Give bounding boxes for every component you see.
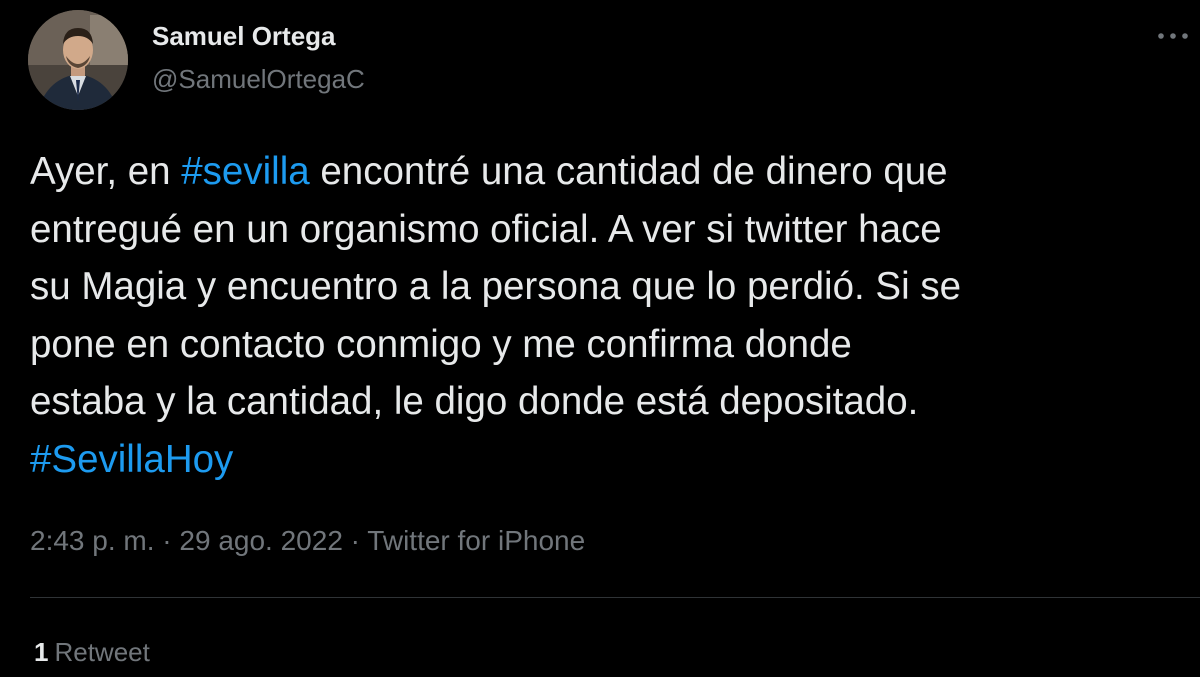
meta-separator: ·: [154, 525, 180, 556]
tweet-source[interactable]: Twitter for iPhone: [367, 525, 585, 556]
divider: [30, 597, 1200, 598]
tweet-text-segment: estaba y la cantidad, le digo donde está…: [30, 380, 919, 423]
tweet-text-line: pone en contacto conmigo y me confirma d…: [30, 316, 1180, 374]
hashtag-link[interactable]: #sevilla: [181, 150, 309, 193]
more-horizontal-icon: [1158, 33, 1188, 39]
tweet-text-segment: entregué en un organismo oficial. A ver …: [30, 207, 942, 251]
tweet-text-line: su Magia y encuentro a la persona que lo…: [30, 258, 1180, 316]
tweet-meta: 2:43 p. m. · 29 ago. 2022 · Twitter for …: [30, 525, 585, 557]
tweet-text-line: estaba y la cantidad, le digo donde está…: [30, 373, 1180, 431]
tweet-date[interactable]: 29 ago. 2022: [179, 525, 343, 556]
tweet-text-segment: encontré una cantidad de dinero que: [309, 150, 948, 193]
tweet-container: Samuel Ortega @SamuelOrtegaC Ayer, en #s…: [0, 0, 1200, 677]
retweet-label: Retweet: [54, 637, 150, 667]
tweet-text-line: #SevillaHoy: [30, 431, 1180, 489]
tweet-text-segment: su Magia y encuentro a la persona que lo…: [30, 265, 961, 308]
tweet-text: Ayer, en #sevilla encontré una cantidad …: [30, 143, 1180, 488]
author-handle[interactable]: @SamuelOrtegaC: [152, 64, 365, 95]
avatar-image: [28, 10, 128, 110]
tweet-text-segment: pone en contacto conmigo y me confirma d…: [30, 322, 852, 366]
tweet-text-line: entregué en un organismo oficial. A ver …: [30, 201, 1180, 259]
hashtag-link[interactable]: #SevillaHoy: [30, 438, 233, 481]
author-name[interactable]: Samuel Ortega: [152, 21, 336, 52]
meta-separator: ·: [342, 525, 368, 556]
tweet-text-segment: Ayer, en: [30, 150, 182, 193]
avatar[interactable]: [28, 10, 128, 110]
more-options-button[interactable]: [1150, 16, 1196, 56]
retweet-stat[interactable]: 1 Retweet: [34, 637, 150, 668]
tweet-time[interactable]: 2:43 p. m.: [30, 525, 155, 556]
retweet-count: 1: [34, 637, 49, 667]
tweet-text-line: Ayer, en #sevilla encontré una cantidad …: [30, 143, 1180, 201]
